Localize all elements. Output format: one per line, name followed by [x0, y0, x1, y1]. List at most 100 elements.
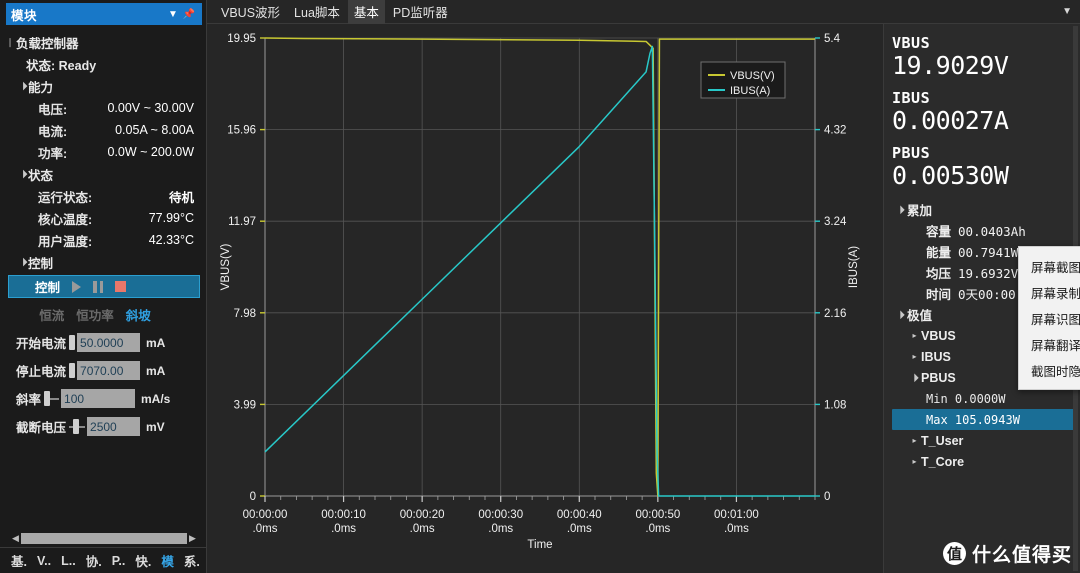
svg-text:00:00:20: 00:00:20: [400, 509, 445, 521]
expander-icon[interactable]: [894, 310, 907, 319]
group-label: T_User: [921, 433, 964, 448]
bottom-tab-3[interactable]: 协.: [81, 549, 107, 572]
expander-icon[interactable]: [4, 37, 16, 48]
row-key: 均压: [926, 267, 952, 281]
row-value: 42.33°C: [148, 233, 194, 247]
bottom-tab-6[interactable]: 模: [156, 549, 179, 572]
extremes-pbus-max[interactable]: Max 105.0943W: [892, 409, 1074, 430]
row-value: Min 0.0000W: [926, 391, 1006, 406]
chart-svg[interactable]: 0 3.99 7.98 11.97 15.96 19.95 0 1.08 2.16 3.24 4.3…: [207, 24, 883, 573]
expander-icon[interactable]: [16, 170, 28, 179]
bottom-tab-1[interactable]: V..: [32, 552, 56, 570]
tree-node-label: 状态: [28, 168, 54, 183]
accumulate-row-capacity: 容量 00.0403Ah: [892, 220, 1080, 241]
expander-icon[interactable]: [894, 205, 907, 214]
bottom-tab-0[interactable]: 基.: [6, 549, 32, 572]
accumulate-group-header[interactable]: 累加: [892, 199, 1080, 220]
tab-vbus-waveform[interactable]: VBUS波形: [215, 0, 286, 24]
bottom-tab-2[interactable]: L..: [56, 552, 81, 570]
tree-node-state[interactable]: 状态: [0, 163, 206, 185]
group-label: T_Core: [921, 454, 965, 469]
svg-text:0: 0: [250, 491, 256, 503]
start-current-input[interactable]: [77, 333, 141, 352]
slope-rate-slider[interactable]: [44, 391, 60, 406]
bottom-tab-5[interactable]: 快.: [130, 549, 156, 572]
chevron-down-icon[interactable]: ▼: [1062, 6, 1072, 17]
stop-current-input[interactable]: [77, 361, 141, 380]
svg-text:.0ms: .0ms: [567, 523, 592, 535]
cutoff-voltage-slider[interactable]: [69, 419, 86, 434]
slider-knob[interactable]: [69, 363, 76, 378]
bottom-tab-4[interactable]: P..: [107, 552, 131, 570]
extremes-group-t-core[interactable]: T_Core: [892, 451, 1080, 472]
field-slope-rate: 斜率 mA/s: [0, 389, 206, 408]
triangle-left-icon[interactable]: ◀: [10, 533, 21, 544]
menu-item-screenshot[interactable]: 屏幕截图: [1019, 253, 1080, 279]
slider-knob[interactable]: [69, 335, 76, 350]
sidebar-bottom-tabs: 基. V.. L.. 协. P.. 快. 模 系.: [0, 547, 206, 573]
expander-icon[interactable]: [908, 331, 921, 340]
group-label: PBUS: [921, 370, 956, 385]
control-header-label: 控制: [35, 281, 61, 295]
row-value: 19.6932V: [958, 266, 1019, 281]
expander-icon[interactable]: [16, 258, 28, 267]
extremes-group-t-user[interactable]: T_User: [892, 430, 1080, 451]
tab-lua-script[interactable]: Lua脚本: [288, 0, 346, 24]
readout-pbus: PBUS 0.00530W: [892, 144, 1080, 190]
slope-rate-input[interactable]: [61, 389, 136, 408]
chevron-down-icon[interactable]: ▼: [165, 9, 181, 20]
expander-icon[interactable]: [908, 352, 921, 361]
group-label: 极值: [907, 309, 933, 323]
mode-constant-power[interactable]: 恒功率: [76, 305, 114, 324]
tree-node-capability[interactable]: 能力: [0, 75, 206, 97]
tree-node-load-controller[interactable]: 负载控制器: [0, 31, 206, 53]
menu-item-screen-record[interactable]: 屏幕录制: [1019, 279, 1080, 305]
stop-icon[interactable]: [115, 281, 127, 292]
state-row-run-status: 运行状态: 待机: [0, 185, 206, 207]
svg-text:Time: Time: [527, 539, 552, 551]
watermark-text: 什么值得买: [971, 545, 1072, 566]
expander-icon[interactable]: [908, 373, 921, 382]
expander-icon[interactable]: [908, 457, 921, 466]
status-ready-label: 状态: Ready: [26, 58, 97, 73]
menu-item-screen-ocr[interactable]: 屏幕识图: [1019, 305, 1080, 331]
readout-vbus: VBUS 19.9029V: [892, 34, 1080, 80]
svg-text:VBUS(V): VBUS(V): [730, 70, 775, 82]
tree-node-label: 能力: [28, 80, 54, 95]
svg-text:00:00:50: 00:00:50: [635, 509, 680, 521]
svg-text:3.24: 3.24: [824, 216, 847, 228]
tree-node-label: 控制: [28, 256, 54, 271]
pin-icon[interactable]: 📌: [181, 9, 197, 20]
scrollbar-thumb[interactable]: [21, 532, 187, 544]
triangle-right-icon[interactable]: ▶: [187, 533, 198, 544]
bottom-tab-7[interactable]: 系.: [179, 549, 205, 572]
tree-node-control[interactable]: 控制: [0, 251, 206, 273]
pause-icon[interactable]: [93, 280, 104, 293]
field-unit: mA: [146, 363, 166, 378]
menu-item-hide-on-capture[interactable]: 截图时隐藏: [1019, 357, 1080, 383]
mode-constant-current[interactable]: 恒流: [39, 305, 64, 324]
main-tabbar: VBUS波形 Lua脚本 基本 PD监听器 ▼: [207, 0, 1080, 24]
mode-ramp[interactable]: 斜坡: [126, 305, 151, 324]
menu-item-screen-translate[interactable]: 屏幕翻译: [1019, 331, 1080, 357]
sidebar-horizontal-scrollbar[interactable]: ◀ ▶: [10, 531, 198, 545]
screenshot-context-menu[interactable]: 屏幕截图 屏幕录制 屏幕识图 屏幕翻译 截图时隐藏: [1018, 246, 1080, 390]
readout-label: VBUS: [892, 34, 931, 52]
play-icon[interactable]: [72, 280, 82, 293]
tab-pd-monitor[interactable]: PD监听器: [387, 0, 454, 24]
svg-text:.0ms: .0ms: [645, 523, 670, 535]
vbus-ibus-chart[interactable]: 0 3.99 7.98 11.97 15.96 19.95 0 1.08 2.16 3.24 4.3…: [207, 24, 883, 573]
expander-icon[interactable]: [908, 436, 921, 445]
cutoff-voltage-input[interactable]: [87, 417, 141, 436]
tab-basic[interactable]: 基本: [347, 0, 385, 24]
row-key: 运行状态:: [38, 190, 93, 205]
expander-icon[interactable]: [16, 82, 28, 91]
stop-current-slider[interactable]: [69, 363, 76, 378]
svg-text:.0ms: .0ms: [724, 523, 749, 535]
watermark: 值 什么值得买: [942, 540, 1072, 567]
row-value: 00.0403Ah: [958, 224, 1026, 239]
start-current-slider[interactable]: [69, 335, 76, 350]
field-label: 开始电流: [16, 337, 67, 351]
row-value: 0.0W ~ 200.0W: [107, 145, 195, 159]
extremes-pbus-min[interactable]: Min 0.0000W: [892, 388, 1080, 409]
